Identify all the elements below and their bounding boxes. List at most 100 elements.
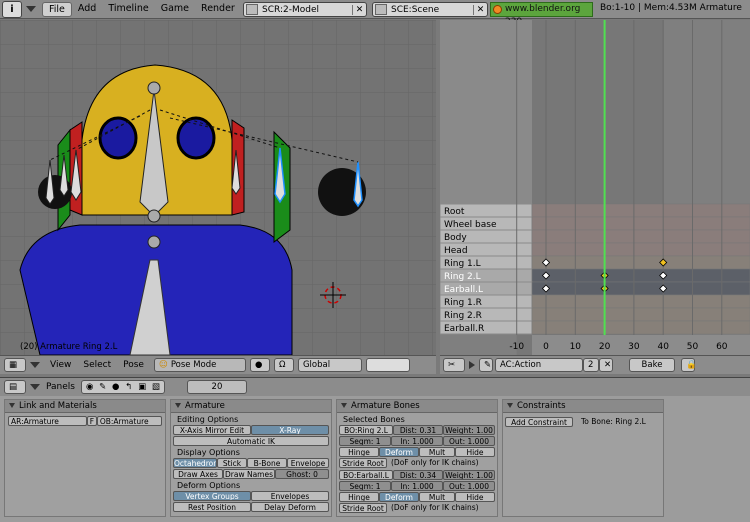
automatic-ik-toggle[interactable]: Automatic IK [173,436,329,446]
bone-segments-field[interactable]: Segm: 1 [339,436,391,446]
bone-deform-toggle[interactable]: Deform [379,447,419,457]
scene-icon[interactable]: ▧ [152,381,160,393]
ghost-field[interactable]: Ghost: 0 [275,469,329,479]
channel-label[interactable]: Body [444,233,467,243]
armature-data-field[interactable]: AR:Armature [8,416,87,426]
info-window-icon[interactable]: i [2,0,22,18]
action-editor-canvas[interactable]: Root Wheel base Body Head Ring 1.L Ring 2.L Ea… [439,20,750,355]
manipulator-icon[interactable]: Ω [273,358,294,372]
scene-browse-icon[interactable] [375,4,387,15]
bone-hinge-toggle[interactable]: Hinge [339,492,379,502]
context-buttons[interactable]: ◉ ✎ ● ↰ ▣ ▧ [80,380,165,394]
menu-file[interactable]: File [42,1,72,17]
viewport-scene[interactable] [0,20,436,355]
delay-deform-toggle[interactable]: Delay Deform [251,502,329,512]
object-icon[interactable]: ↰ [125,381,132,393]
action-users-count[interactable]: 2 [583,358,599,372]
channel-label[interactable]: Earball.R [444,324,484,334]
action-name-field[interactable]: AC:Action [495,358,583,372]
bone-hide-toggle[interactable]: Hide [455,447,495,457]
add-constraint-button[interactable]: Add Constraint [505,417,573,427]
logic-icon[interactable]: ◉ [86,381,93,393]
display-envelope-toggle[interactable]: Envelope [287,458,329,468]
draw-names-toggle[interactable]: Draw Names [223,469,275,479]
editing-icon[interactable]: ▣ [138,381,146,393]
panel-title[interactable]: Armature Bones [337,400,497,413]
display-octahedron-toggle[interactable]: Octahedron [173,458,217,468]
menu-game[interactable]: Game [155,2,195,17]
bone-in-field[interactable]: In: 1.000 [391,436,443,446]
menu-timeline[interactable]: Timeline [102,2,154,17]
bone-hinge-toggle[interactable]: Hinge [339,447,379,457]
x-ray-toggle[interactable]: X-Ray [251,425,329,435]
editor-type-icon[interactable]: ▦ [4,358,26,372]
mode-selector[interactable]: ☺ Pose Mode [153,358,246,372]
channel-label[interactable]: Wheel base [444,220,497,230]
action-header-toggle-icon[interactable] [469,361,475,369]
buttons-editor-type-icon[interactable]: ▤ [4,380,26,394]
bone-dist-field[interactable]: Dist: 0.34 [393,470,443,480]
menu-render[interactable]: Render [195,2,241,17]
display-bbone-toggle[interactable]: B-Bone [247,458,287,468]
channel-label[interactable]: Ring 1.R [444,298,482,308]
channel-label[interactable]: Ring 2.L [444,272,481,282]
screen-browse-icon[interactable] [246,4,258,15]
menu-view[interactable]: View [44,360,77,370]
lock-icon[interactable]: 🔒 [681,358,697,372]
menu-collapse-icon[interactable] [26,6,36,12]
channel-label[interactable]: Ring 1.L [444,259,481,269]
panel-title[interactable]: Constraints [503,400,663,413]
rest-position-toggle[interactable]: Rest Position [173,502,251,512]
bone-weight-field[interactable]: Weight: 1.00 [443,470,495,480]
scene-delete-icon[interactable]: ✕ [473,4,487,15]
menu-add[interactable]: Add [72,2,102,17]
bone-dist-field[interactable]: Dist: 0.31 [393,425,443,435]
shading-icon[interactable]: ● [112,381,119,393]
bone-deform-toggle[interactable]: Deform [379,492,419,502]
envelopes-toggle[interactable]: Envelopes [251,491,329,501]
scene-name[interactable]: SCE:Scene [389,5,473,15]
buttons-header-collapse-icon[interactable] [30,384,40,390]
screen-name[interactable]: SCR:2-Model [260,5,352,15]
display-stick-toggle[interactable]: Stick [217,458,247,468]
layer-buttons[interactable] [365,358,410,372]
bone-mult-toggle[interactable]: Mult [419,492,455,502]
action-editor[interactable]: Root Wheel base Body Head Ring 1.L Ring 2.L Ea… [439,20,750,355]
panel-title[interactable]: Armature [171,400,331,413]
panel-title[interactable]: Link and Materials [5,400,165,413]
x-axis-mirror-toggle[interactable]: X-Axis Mirror Edit [173,425,251,435]
bone-hide-toggle[interactable]: Hide [455,492,495,502]
script-icon[interactable]: ✎ [99,381,106,393]
action-editor-type-icon[interactable]: ✂ [443,358,465,372]
bone-mult-toggle[interactable]: Mult [419,447,455,457]
header-collapse-icon[interactable] [30,362,40,368]
draw-axes-toggle[interactable]: Draw Axes [173,469,223,479]
bake-button[interactable]: Bake [629,358,675,372]
transform-orientation-selector[interactable]: Global [297,358,362,372]
screen-selector[interactable]: SCR:2-Model ✕ [243,2,367,17]
bone-stride-root-toggle[interactable]: Stride Root [339,458,387,468]
blender-website-link[interactable]: www.blender.org 239 [490,2,593,27]
channel-label[interactable]: Head [444,246,468,256]
bone-out-field[interactable]: Out: 1.000 [443,436,495,446]
menu-pose[interactable]: Pose [117,360,150,370]
bone-out-field[interactable]: Out: 1.000 [443,481,495,491]
object-name-field[interactable]: OB:Armature [96,416,162,426]
screen-delete-icon[interactable]: ✕ [352,4,366,15]
bone-stride-root-toggle[interactable]: Stride Root [339,503,387,513]
draw-type-icon[interactable]: ● [249,358,270,372]
scene-selector[interactable]: SCE:Scene ✕ [372,2,488,17]
frame-number-field[interactable]: 20 [186,380,247,394]
bone-name-field[interactable]: BO:Ring 2.L [339,425,393,435]
channel-label[interactable]: Root [444,207,465,217]
bone-segments-field[interactable]: Segm: 1 [339,481,391,491]
bone-in-field[interactable]: In: 1.000 [391,481,443,491]
action-unlink-icon[interactable]: ✕ [599,358,613,372]
channel-label[interactable]: Earball.L [444,285,483,295]
3d-viewport[interactable]: (20) Armature Ring 2.L [0,20,436,355]
bone-name-field[interactable]: BO:Earball.L [339,470,393,480]
vertex-groups-toggle[interactable]: Vertex Groups [173,491,251,501]
action-browse-icon[interactable]: ✎ [479,358,493,372]
bone-weight-field[interactable]: Weight: 1.00 [443,425,495,435]
fake-user-toggle[interactable]: F [86,416,97,426]
